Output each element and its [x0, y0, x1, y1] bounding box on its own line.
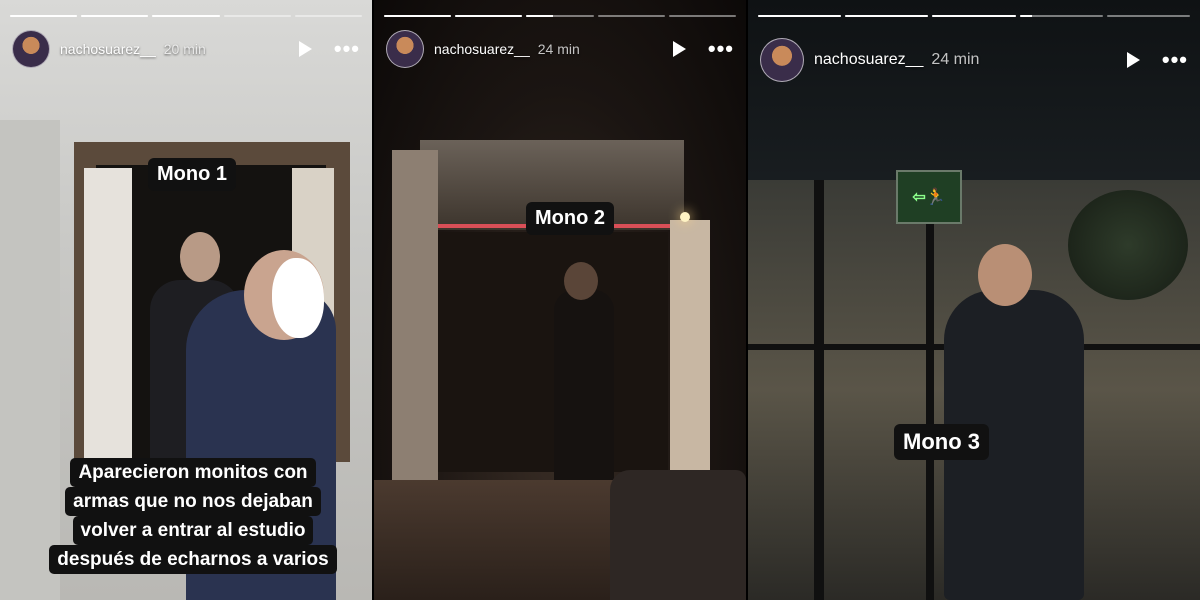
play-icon[interactable]: [298, 41, 312, 57]
label-tag: Mono 2: [526, 202, 614, 235]
wall-left: [392, 150, 438, 510]
username[interactable]: nachosuarez__: [60, 41, 156, 57]
face-blur: [272, 258, 324, 338]
story-panel-2[interactable]: nachosuarez__ 24 min ••• Mono 2: [374, 0, 746, 600]
progress-segment: [845, 15, 929, 17]
progress-segment: [10, 15, 78, 17]
progress-segment: [455, 15, 523, 17]
progress-segment: [526, 15, 594, 17]
story-panel-1[interactable]: nachosuarez__ 20 min ••• Mono 1 Aparecie…: [0, 0, 372, 600]
wall-right: [670, 220, 710, 480]
lamp: [680, 212, 690, 222]
caption-line: armas que no nos dejaban: [65, 487, 321, 516]
avatar[interactable]: [760, 38, 804, 82]
person: [554, 290, 614, 510]
timestamp: 20 min: [163, 41, 206, 57]
story-progress: [758, 15, 1191, 17]
username[interactable]: nachosuarez__: [814, 51, 923, 69]
play-icon[interactable]: [1126, 52, 1140, 68]
story-panel-3[interactable]: ⇦🏃 nachosuarez__ 24 min ••• Mono 3: [748, 0, 1200, 600]
progress-segment: [1019, 15, 1103, 17]
story-header: nachosuarez__ 20 min •••: [12, 30, 360, 68]
progress-segment: [1106, 15, 1191, 17]
timestamp: 24 min: [931, 51, 980, 68]
progress-segment: [758, 15, 842, 17]
more-options-icon[interactable]: •••: [334, 38, 360, 60]
story-header: nachosuarez__ 24 min •••: [760, 38, 1188, 82]
progress-segment: [81, 15, 149, 17]
story-header: nachosuarez__ 24 min •••: [386, 30, 734, 68]
progress-segment: [597, 15, 665, 17]
window-frame: [926, 220, 934, 600]
stories-strip: nachosuarez__ 20 min ••• Mono 1 Aparecie…: [0, 0, 1200, 600]
caption-line: volver a entrar al estudio: [72, 516, 314, 545]
progress-segment: [932, 15, 1016, 17]
progress-segment: [668, 15, 737, 17]
avatar[interactable]: [386, 30, 424, 68]
story-progress: [384, 15, 737, 17]
progress-segment: [152, 15, 220, 17]
caption-line: Aparecieron monitos con: [70, 458, 316, 487]
story-progress: [10, 15, 363, 17]
progress-segment: [223, 15, 291, 17]
progress-segment: [294, 15, 363, 17]
plant: [1068, 190, 1188, 300]
username[interactable]: nachosuarez__: [434, 41, 530, 57]
person-head: [564, 262, 598, 300]
label-tag: Mono 1: [148, 158, 236, 191]
exit-sign: ⇦🏃: [896, 170, 962, 224]
caption-line: después de echarnos a varios: [49, 545, 337, 574]
more-options-icon[interactable]: •••: [708, 38, 734, 60]
door-leaf-left: [84, 168, 132, 463]
play-icon[interactable]: [672, 41, 686, 57]
timestamp: 24 min: [537, 41, 580, 57]
doorway: [434, 232, 668, 472]
person-head: [978, 244, 1032, 306]
person-back-head: [180, 232, 220, 282]
armchair: [610, 470, 746, 600]
window-frame: [814, 180, 824, 600]
more-options-icon[interactable]: •••: [1162, 49, 1188, 71]
label-tag: Mono 3: [894, 424, 989, 460]
story-caption: Aparecieron monitos con armas que no nos…: [28, 458, 358, 574]
avatar[interactable]: [12, 30, 50, 68]
progress-segment: [384, 15, 452, 17]
